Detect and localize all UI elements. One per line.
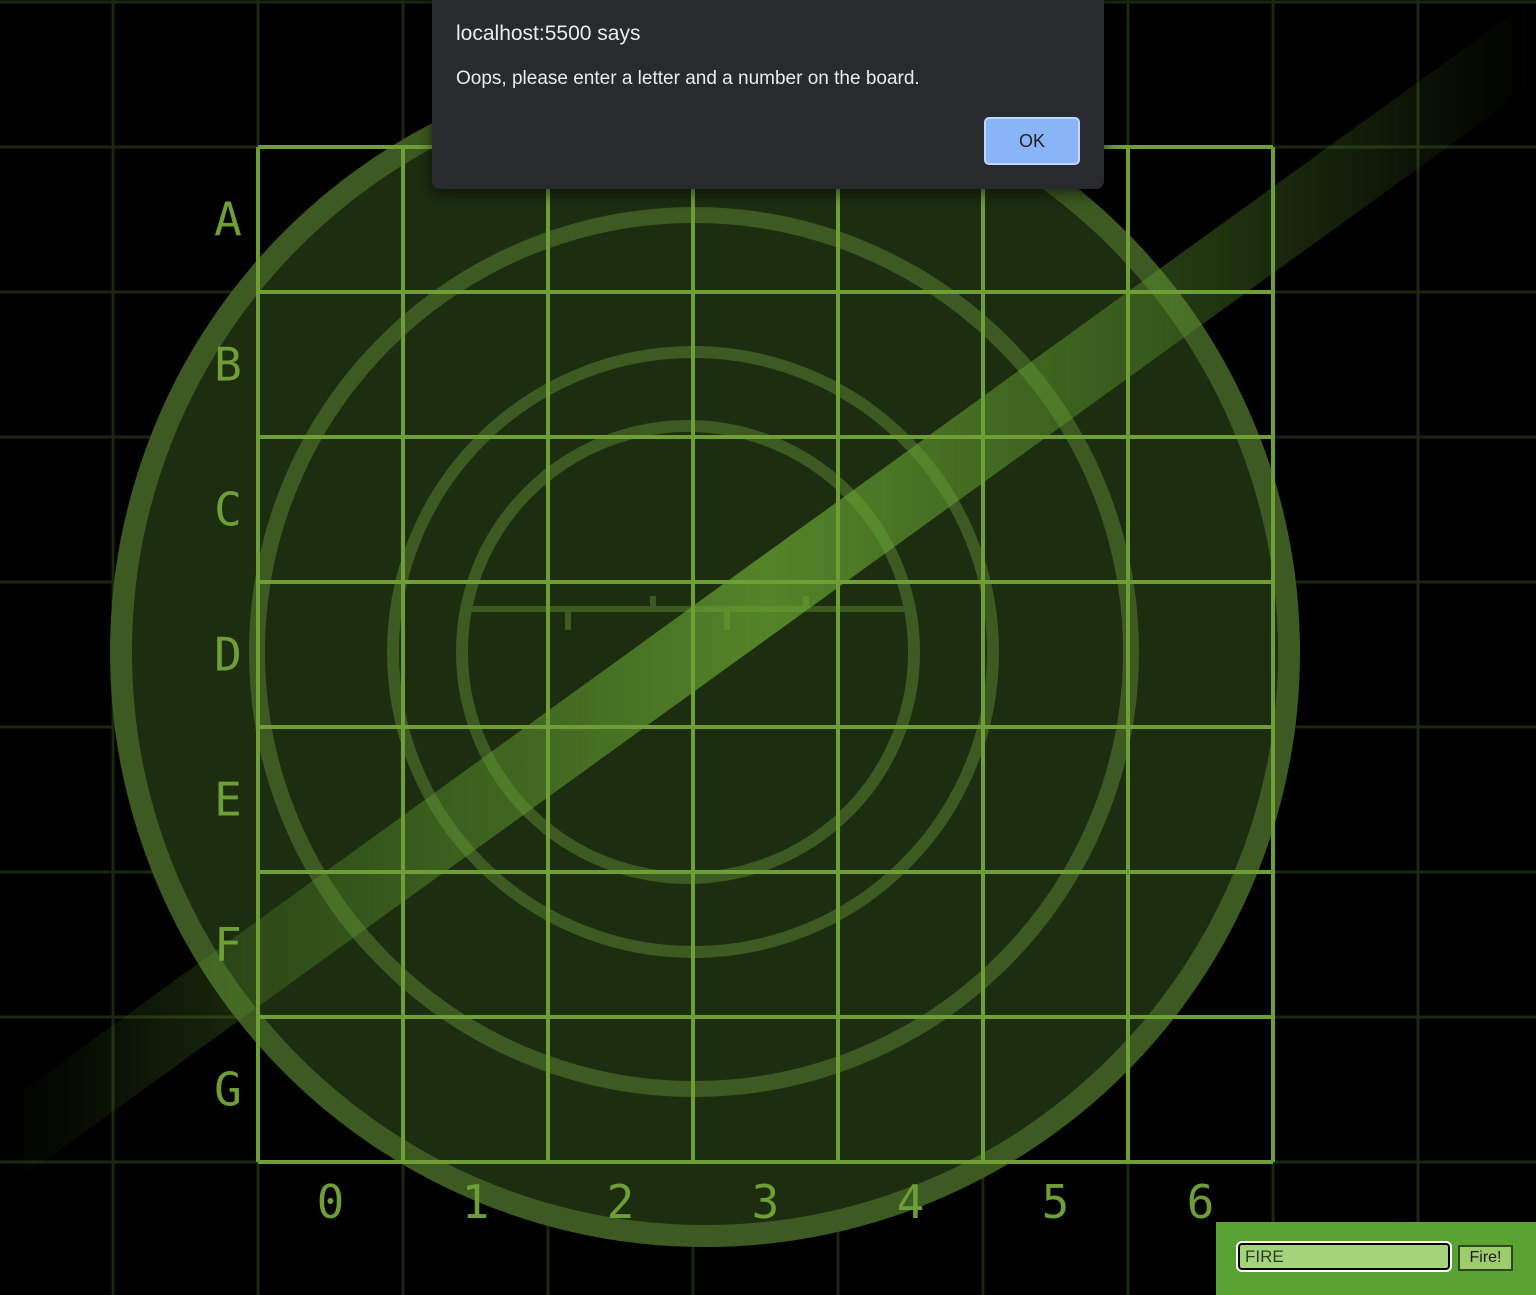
- fire-button[interactable]: Fire!: [1458, 1245, 1513, 1271]
- row-label-e: E: [214, 773, 242, 827]
- row-label-g: G: [214, 1063, 242, 1117]
- column-label-1: 1: [462, 1175, 490, 1229]
- column-label-2: 2: [607, 1175, 635, 1229]
- column-label-6: 6: [1187, 1175, 1215, 1229]
- battleship-page: A B C D E F G 0 1 2 3 4 5 6 Fire! localhost:5500 say…: [0, 0, 1536, 1295]
- alert-dialog: localhost:5500 says Oops, please enter a…: [432, 0, 1104, 189]
- row-label-a: A: [214, 193, 242, 247]
- row-label-d: D: [214, 628, 242, 682]
- alert-ok-button[interactable]: OK: [984, 117, 1080, 165]
- column-label-0: 0: [317, 1175, 345, 1229]
- alert-title: localhost:5500 says: [456, 22, 641, 45]
- row-label-c: C: [214, 483, 242, 537]
- guess-input[interactable]: [1236, 1241, 1452, 1272]
- radar-board: A B C D E F G 0 1 2 3 4 5 6: [0, 0, 1536, 1295]
- column-label-5: 5: [1042, 1175, 1070, 1229]
- row-label-b: B: [214, 338, 242, 392]
- row-label-f: F: [214, 918, 242, 972]
- alert-message: Oops, please enter a letter and a number…: [456, 68, 920, 89]
- column-label-3: 3: [752, 1175, 780, 1229]
- column-label-4: 4: [897, 1175, 925, 1229]
